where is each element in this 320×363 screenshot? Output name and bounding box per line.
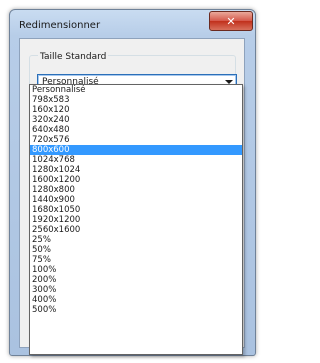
dropdown-option[interactable]: 400% <box>30 295 242 305</box>
dropdown-option[interactable]: 160x120 <box>30 105 242 115</box>
dropdown-option[interactable]: 75% <box>30 255 242 265</box>
dropdown-option[interactable]: 100% <box>30 265 242 275</box>
close-button[interactable]: ✕ <box>209 11 253 31</box>
dropdown-option[interactable]: Personnalisé <box>30 85 242 95</box>
dropdown-option[interactable]: 25% <box>30 235 242 245</box>
title-bar[interactable]: Redimensionner ✕ <box>10 10 255 38</box>
dropdown-option[interactable]: 300% <box>30 285 242 295</box>
dropdown-option[interactable]: 500% <box>30 305 242 315</box>
dropdown-option[interactable]: 798x583 <box>30 95 242 105</box>
window-title: Redimensionner <box>19 20 101 31</box>
dropdown-option[interactable]: 1920x1200 <box>30 215 242 225</box>
dropdown-option[interactable]: 1280x800 <box>30 185 242 195</box>
dropdown-option[interactable]: 720x576 <box>30 135 242 145</box>
dropdown-option[interactable]: 1440x900 <box>30 195 242 205</box>
group-label: Taille Standard <box>38 52 109 62</box>
close-icon: ✕ <box>226 14 236 28</box>
dropdown-option[interactable]: 200% <box>30 275 242 285</box>
dropdown-option[interactable]: 2560x1600 <box>30 225 242 235</box>
dropdown-option[interactable]: 800x600 <box>30 145 242 155</box>
dropdown-option[interactable]: 1600x1200 <box>30 175 242 185</box>
size-dropdown-list[interactable]: Personnalisé 798x583 160x120 320x240 640x480… <box>29 84 243 355</box>
dropdown-option[interactable]: 1680x1050 <box>30 205 242 215</box>
dropdown-option[interactable]: 320x240 <box>30 115 242 125</box>
dropdown-option[interactable]: 640x480 <box>30 125 242 135</box>
dropdown-option[interactable]: 1280x1024 <box>30 165 242 175</box>
dropdown-option[interactable]: 1024x768 <box>30 155 242 165</box>
dropdown-option[interactable]: 50% <box>30 245 242 255</box>
